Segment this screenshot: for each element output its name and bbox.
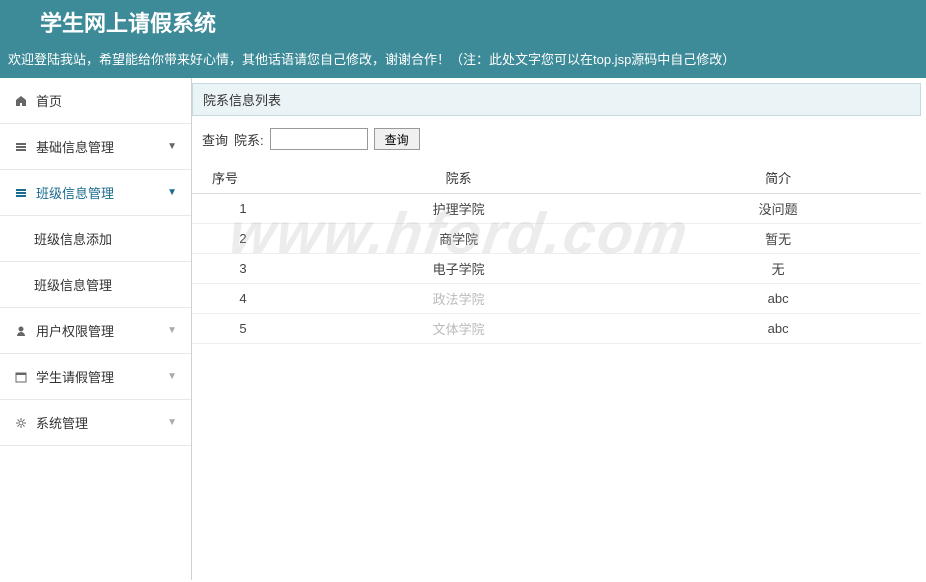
cell-seq: 2 bbox=[192, 224, 282, 254]
user-icon bbox=[14, 324, 28, 338]
table-header-row: 序号 院系 简介 bbox=[192, 162, 921, 194]
cell-dept: 商学院 bbox=[282, 224, 635, 254]
table-row[interactable]: 4政法学院abc bbox=[192, 284, 921, 314]
chevron-down-icon: ▼ bbox=[167, 417, 177, 428]
cell-intro: 暂无 bbox=[635, 224, 921, 254]
cell-seq: 4 bbox=[192, 284, 282, 314]
gear-icon bbox=[14, 416, 28, 430]
nav-label: 系统管理 bbox=[36, 413, 167, 432]
th-seq: 序号 bbox=[192, 162, 282, 194]
app-header: 学生网上请假系统 bbox=[0, 0, 926, 43]
cell-dept: 文体学院 bbox=[282, 314, 635, 344]
calendar-icon bbox=[14, 370, 28, 384]
subnav-class-add[interactable]: 班级信息添加 bbox=[0, 216, 191, 262]
table-row[interactable]: 5文体学院abc bbox=[192, 314, 921, 344]
th-dept: 院系 bbox=[282, 162, 635, 194]
nav-user-perm[interactable]: 用户权限管理 ▼ bbox=[0, 308, 191, 354]
sidebar: 首页 基础信息管理 ▼ 班级信息管理 ▼ 班级信息添加 班级信息管理 bbox=[0, 78, 192, 580]
table-row[interactable]: 3电子学院无 bbox=[192, 254, 921, 284]
table-row[interactable]: 1护理学院没问题 bbox=[192, 194, 921, 224]
cell-dept: 电子学院 bbox=[282, 254, 635, 284]
welcome-bar: 欢迎登陆我站，希望能给你带来好心情，其他话语请您自己修改，谢谢合作！（注：此处文… bbox=[0, 43, 926, 78]
home-icon bbox=[14, 94, 28, 108]
table-row[interactable]: 2商学院暂无 bbox=[192, 224, 921, 254]
nav-label: 用户权限管理 bbox=[36, 321, 167, 340]
cell-intro: abc bbox=[635, 314, 921, 344]
subnav-label: 班级信息添加 bbox=[34, 232, 112, 247]
nav-label: 学生请假管理 bbox=[36, 367, 167, 386]
search-input[interactable] bbox=[270, 128, 368, 150]
nav-class-info[interactable]: 班级信息管理 ▼ bbox=[0, 170, 191, 216]
th-intro: 简介 bbox=[635, 162, 921, 194]
dept-table: 序号 院系 简介 1护理学院没问题2商学院暂无3电子学院无4政法学院abc5文体… bbox=[192, 162, 921, 344]
list-icon bbox=[14, 186, 28, 200]
nav-leave-manage[interactable]: 学生请假管理 ▼ bbox=[0, 354, 191, 400]
search-button[interactable]: 查询 bbox=[374, 128, 420, 150]
chevron-down-icon: ▼ bbox=[167, 371, 177, 382]
search-label-query: 查询 bbox=[202, 130, 228, 149]
app-title: 学生网上请假系统 bbox=[40, 6, 216, 38]
chevron-down-icon: ▼ bbox=[167, 325, 177, 336]
chevron-down-icon: ▼ bbox=[167, 187, 177, 198]
main-content: 院系信息列表 查询 院系: 查询 序号 院系 简介 1护理学院没问题2商学院暂无… bbox=[192, 78, 926, 580]
cell-intro: 无 bbox=[635, 254, 921, 284]
cell-seq: 1 bbox=[192, 194, 282, 224]
search-label-dept: 院系: bbox=[234, 130, 264, 149]
nav-home-label: 首页 bbox=[36, 91, 177, 110]
panel-title: 院系信息列表 bbox=[192, 83, 921, 116]
nav-label: 基础信息管理 bbox=[36, 137, 167, 156]
subnav-class-manage[interactable]: 班级信息管理 bbox=[0, 262, 191, 308]
cell-seq: 3 bbox=[192, 254, 282, 284]
chevron-down-icon: ▼ bbox=[167, 141, 177, 152]
cell-intro: 没问题 bbox=[635, 194, 921, 224]
nav-basic-info[interactable]: 基础信息管理 ▼ bbox=[0, 124, 191, 170]
nav-system[interactable]: 系统管理 ▼ bbox=[0, 400, 191, 446]
cell-dept: 护理学院 bbox=[282, 194, 635, 224]
nav-home[interactable]: 首页 bbox=[0, 78, 191, 124]
list-icon bbox=[14, 140, 28, 154]
cell-intro: abc bbox=[635, 284, 921, 314]
nav-label: 班级信息管理 bbox=[36, 183, 167, 202]
cell-dept: 政法学院 bbox=[282, 284, 635, 314]
subnav-label: 班级信息管理 bbox=[34, 278, 112, 293]
search-bar: 查询 院系: 查询 bbox=[192, 116, 926, 162]
cell-seq: 5 bbox=[192, 314, 282, 344]
